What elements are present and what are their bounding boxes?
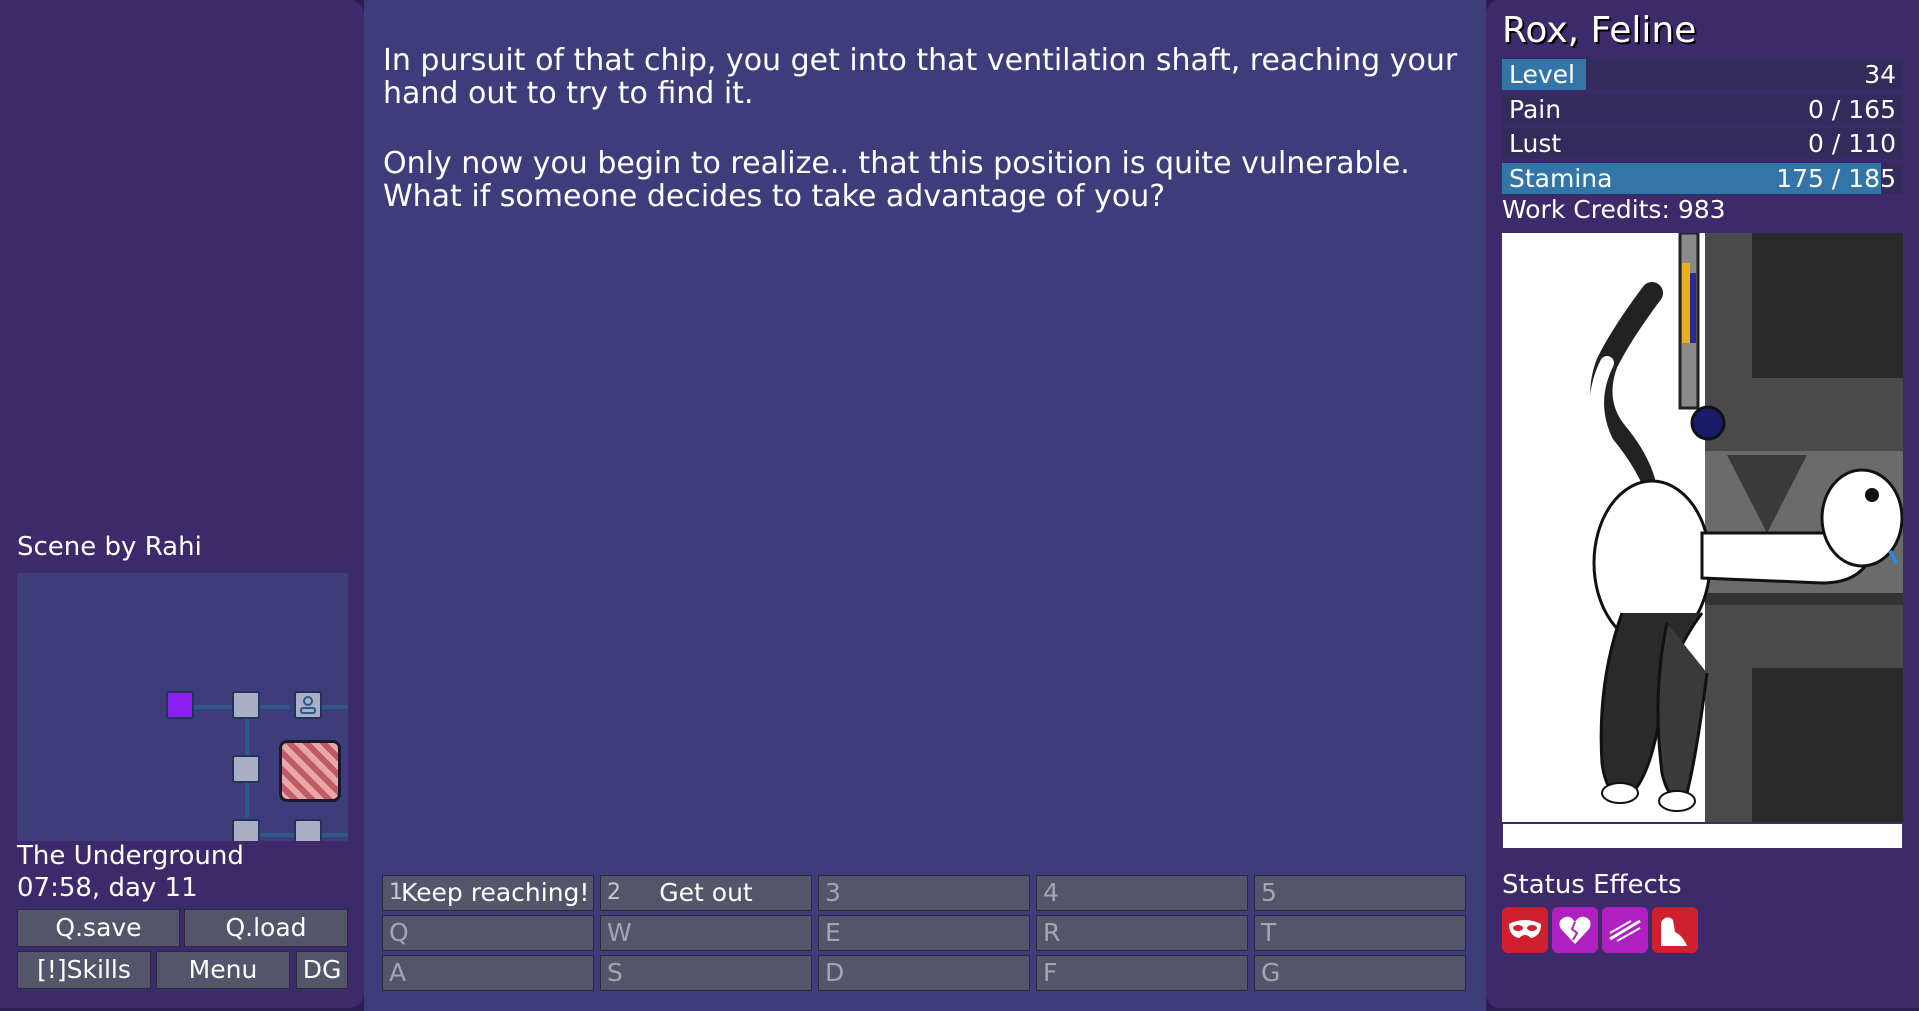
person-icon <box>300 696 316 714</box>
status-effects-title: Status Effects <box>1502 870 1682 900</box>
hotkey-label: 5 <box>1261 878 1277 907</box>
dg-button[interactable]: DG <box>296 951 348 989</box>
choice-button-g[interactable]: G <box>1254 955 1466 991</box>
game-time: 07:58, day 11 <box>17 873 198 903</box>
choice-button-2[interactable]: 2 Get out <box>600 875 812 911</box>
map-room[interactable] <box>232 819 260 841</box>
map-room[interactable] <box>232 755 260 783</box>
choice-button-5[interactable]: 5 <box>1254 875 1466 911</box>
choice-button-q[interactable]: Q <box>382 915 594 951</box>
choice-button-4[interactable]: 4 <box>1036 875 1248 911</box>
story-paragraph: Only now you begin to realize.. that thi… <box>383 146 1410 214</box>
pain-bar: Pain 0 / 165 <box>1502 94 1903 125</box>
choice-button-w[interactable]: W <box>600 915 812 951</box>
hotkey-label: S <box>607 958 623 987</box>
mask-glyph <box>1509 920 1541 938</box>
choice-button-r[interactable]: R <box>1036 915 1248 951</box>
hotkey-label: F <box>1043 958 1058 987</box>
map-room-current[interactable] <box>166 691 194 719</box>
level-bar: Level 34 <box>1502 59 1903 90</box>
paw-glyph <box>1661 917 1687 946</box>
portrait-illustration <box>1502 233 1903 849</box>
hotkey-label: D <box>825 958 845 987</box>
choice-label: Keep reaching! <box>401 878 590 907</box>
menu-button[interactable]: Menu <box>156 951 290 989</box>
choice-button-a[interactable]: A <box>382 955 594 991</box>
hotkey-label: G <box>1261 958 1281 987</box>
hotkey-label: 3 <box>825 878 841 907</box>
scene-credit: Scene by Rahi <box>17 532 202 562</box>
character-name: Rox, Feline <box>1502 10 1697 51</box>
pain-value: 0 / 165 <box>1808 95 1896 124</box>
choice-button-d[interactable]: D <box>818 955 1030 991</box>
lust-value: 0 / 110 <box>1808 129 1896 158</box>
broken-heart-icon[interactable] <box>1552 907 1598 953</box>
story-paragraph: In pursuit of that chip, you get into th… <box>383 43 1458 111</box>
slash-glyph <box>1609 919 1641 942</box>
level-value: 34 <box>1864 60 1896 89</box>
lust-bar: Lust 0 / 110 <box>1502 128 1903 159</box>
map-room[interactable] <box>294 819 322 841</box>
choice-button-e[interactable]: E <box>818 915 1030 951</box>
hotkey-label: A <box>389 958 407 987</box>
choice-label: Get out <box>659 878 753 907</box>
hotkey-label: R <box>1043 918 1061 947</box>
map-room-hazard[interactable] <box>279 740 341 802</box>
map-room[interactable] <box>232 691 260 719</box>
choice-button-3[interactable]: 3 <box>818 875 1030 911</box>
mask-icon[interactable] <box>1502 907 1548 953</box>
hotkey-label: Q <box>389 918 409 947</box>
quick-load-button[interactable]: Q.load <box>184 909 348 947</box>
choice-button-f[interactable]: F <box>1036 955 1248 991</box>
minimap <box>17 573 348 841</box>
story-text: In pursuit of that chip, you get into th… <box>383 44 1473 250</box>
heart-glyph <box>1559 916 1591 944</box>
stamina-label: Stamina <box>1509 164 1613 193</box>
location-info: The Underground 07:58, day 11 <box>17 840 244 904</box>
level-label: Level <box>1509 60 1575 89</box>
lust-label: Lust <box>1509 129 1562 158</box>
hotkey-label: T <box>1261 918 1277 947</box>
choice-button-t[interactable]: T <box>1254 915 1466 951</box>
stamina-value: 175 / 185 <box>1776 164 1896 193</box>
character-portrait <box>1502 233 1903 849</box>
location-name: The Underground <box>17 841 244 871</box>
skills-button[interactable]: [!]Skills <box>17 951 151 989</box>
map-room-npc[interactable] <box>294 691 322 719</box>
hotkey-label: E <box>825 918 841 947</box>
paw-icon[interactable] <box>1652 907 1698 953</box>
stamina-bar: Stamina 175 / 185 <box>1502 163 1903 194</box>
hotkey-label: 4 <box>1043 878 1059 907</box>
hotkey-label: W <box>607 918 632 947</box>
pain-label: Pain <box>1509 95 1562 124</box>
slash-icon[interactable] <box>1602 907 1648 953</box>
choice-button-s[interactable]: S <box>600 955 812 991</box>
work-credits: Work Credits: 983 <box>1502 195 1726 224</box>
quick-save-button[interactable]: Q.save <box>17 909 180 947</box>
choice-button-1[interactable]: 1 Keep reaching! <box>382 875 594 911</box>
